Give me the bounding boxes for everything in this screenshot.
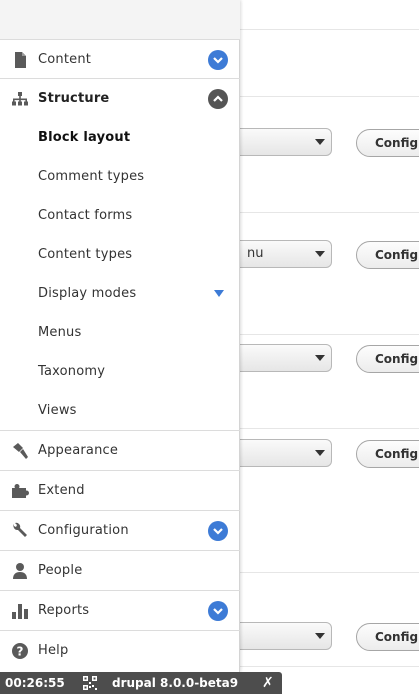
submenu-item-label: Taxonomy [38,364,106,379]
menu-item-label: Reports [38,603,90,618]
submenu-item-views[interactable]: Views [0,391,240,430]
submenu-item-label: Comment types [38,169,145,184]
tray-header [0,0,240,39]
qr-code-icon[interactable] [83,676,97,690]
menu-item-content[interactable]: Content [0,39,240,79]
collapse-toggle[interactable] [208,89,228,109]
menu-item-appearance[interactable]: Appearance [0,430,240,470]
sitemap-icon [10,89,30,109]
version-text: drupal 8.0.0-beta9 [112,676,239,690]
divider [240,666,419,667]
chevron-down-icon [213,528,223,535]
menu-item-configuration[interactable]: Configuration [0,510,240,550]
menu-item-label: Extend [38,483,85,498]
configure-button[interactable]: Configure [356,345,419,373]
chevron-down-icon [315,450,325,456]
menu-item-people[interactable]: People [0,550,240,590]
status-bar: 00:26:55 drupal 8.0.0-beta9 ✗ [0,672,282,694]
submenu-item-taxonomy[interactable]: Taxonomy [0,352,240,391]
submenu-item-label: Content types [38,247,133,262]
submenu-item-label: Menus [38,325,82,340]
chevron-down-icon [315,633,325,639]
chevron-down-icon [315,355,325,361]
configure-button[interactable]: Configure [356,623,419,651]
submenu-item-display-modes[interactable]: Display modes [0,274,240,313]
submenu-item-block-layout[interactable]: Block layout [0,118,240,157]
caret-down-icon[interactable] [214,290,224,297]
chevron-up-icon [213,95,223,102]
submenu-item-contact-forms[interactable]: Contact forms [0,196,240,235]
chevron-down-icon [213,57,223,64]
clock-text: 00:26:55 [5,676,65,690]
divider [240,428,419,429]
puzzle-icon [10,481,30,501]
submenu-item-menus[interactable]: Menus [0,313,240,352]
divider [240,572,419,573]
divider [240,29,419,30]
question-icon: ? [10,641,30,661]
menu-item-reports[interactable]: Reports [0,590,240,630]
configure-button[interactable]: Configure [356,440,419,468]
expand-toggle[interactable] [208,601,228,621]
bar-chart-icon [10,601,30,621]
chevron-down-icon [315,251,325,257]
configure-button[interactable]: Configure [356,241,419,269]
submenu-item-label: Block layout [38,130,131,145]
document-icon [10,50,30,70]
divider [240,334,419,335]
menu-item-label: Content [38,52,92,67]
wrench-icon [10,521,30,541]
paintbrush-icon [10,441,30,461]
close-icon[interactable]: ✗ [262,672,274,694]
submenu-item-label: Views [38,403,77,418]
chevron-down-icon [315,139,325,145]
chevron-down-icon [213,608,223,615]
menu-item-structure[interactable]: Structure [0,78,240,118]
submenu-item-comment-types[interactable]: Comment types [0,157,240,196]
person-icon [10,561,30,581]
divider [240,96,419,97]
menu-item-label: People [38,563,83,578]
toolbar-tray: Content Structure Block layout Comment t… [0,0,240,672]
divider [240,212,419,213]
submenu-item-content-types[interactable]: Content types [0,235,240,274]
svg-text:?: ? [17,645,24,659]
expand-toggle[interactable] [208,521,228,541]
select-value: nu [247,246,264,261]
menu-item-label: Configuration [38,523,129,538]
submenu-item-label: Display modes [38,286,137,301]
menu-item-extend[interactable]: Extend [0,470,240,510]
configure-button[interactable]: Configure [356,129,419,157]
menu-item-label: Appearance [38,443,119,458]
menu-item-label: Structure [38,91,110,106]
page: Configure nu Configure Configure Configu… [0,0,419,694]
menu-item-help[interactable]: ? Help [0,630,240,670]
menu-item-label: Help [38,643,69,658]
submenu-item-label: Contact forms [38,208,133,223]
expand-toggle[interactable] [208,50,228,70]
